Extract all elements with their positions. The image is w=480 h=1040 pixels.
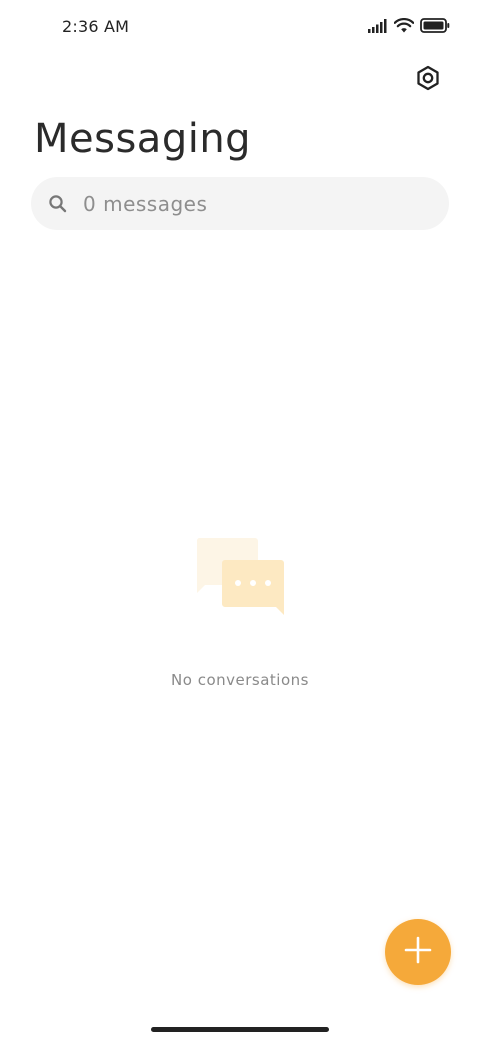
home-indicator[interactable] — [151, 1027, 329, 1032]
empty-state-message: No conversations — [171, 671, 309, 689]
status-time: 2:36 AM — [62, 17, 130, 36]
signal-icon — [368, 18, 388, 37]
new-conversation-button[interactable] — [385, 919, 451, 985]
status-bar: 2:36 AM — [0, 0, 480, 56]
search-bar[interactable] — [31, 177, 449, 230]
battery-icon — [420, 18, 450, 37]
search-input[interactable] — [81, 190, 425, 217]
settings-hexagon-icon — [415, 65, 441, 95]
chat-bubbles-icon — [195, 536, 287, 618]
plus-icon — [404, 936, 432, 968]
page-title: Messaging — [34, 116, 252, 162]
search-icon — [47, 193, 69, 215]
settings-button[interactable] — [412, 64, 444, 96]
messaging-screen: 2:36 AM Messaging 0 messages No conversa… — [0, 0, 480, 1040]
status-icons — [368, 18, 450, 37]
wifi-icon — [393, 18, 415, 37]
